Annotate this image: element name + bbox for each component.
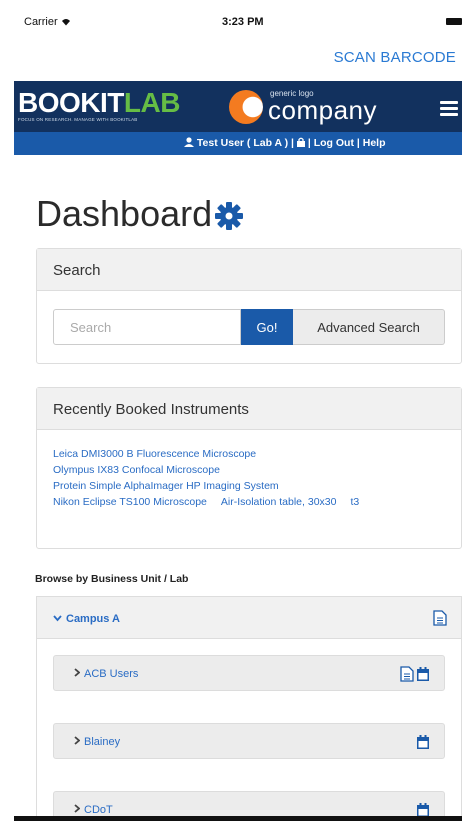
chevron-right-icon — [74, 736, 80, 745]
instrument-link[interactable]: Olympus IX83 Confocal Microscope — [53, 464, 220, 476]
search-panel: Search Go! Advanced Search — [36, 248, 462, 364]
lab-row-acb-users[interactable]: ACB Users — [53, 655, 445, 691]
calendar-icon[interactable] — [416, 734, 430, 750]
app-screen: Carrier 3:23 PM SCAN BARCODE BOOKITLAB F… — [14, 0, 462, 821]
bookitlab-logo[interactable]: BOOKITLAB — [18, 87, 180, 119]
lab-actions — [400, 666, 430, 682]
list-item: Protein Simple AlphaImager HP Imaging Sy… — [53, 478, 461, 494]
user-bar: Test User ( Lab A ) | | Log Out | Help — [14, 132, 462, 155]
list-item: Olympus IX83 Confocal Microscope — [53, 462, 461, 478]
calendar-icon[interactable] — [416, 666, 430, 682]
logo-tagline: FOCUS ON RESEARCH. MANAGE WITH BOOKITLAB — [18, 117, 138, 122]
brand-header: BOOKITLAB FOCUS ON RESEARCH. MANAGE WITH… — [14, 81, 462, 132]
list-item: Leica DMI3000 B Fluorescence Microscope — [53, 446, 461, 462]
page-title: Dashboard — [36, 193, 244, 235]
recent-instruments-heading: Recently Booked Instruments — [37, 388, 461, 430]
lab-name[interactable]: Blainey — [74, 736, 120, 748]
document-icon[interactable] — [433, 610, 447, 626]
bottom-edge — [14, 816, 462, 821]
chevron-right-icon — [74, 668, 80, 677]
campus-title[interactable]: Campus A — [53, 613, 120, 625]
recent-instruments-panel: Recently Booked Instruments Leica DMI300… — [36, 387, 462, 549]
instrument-link[interactable]: Protein Simple AlphaImager HP Imaging Sy… — [53, 480, 279, 492]
advanced-search-button[interactable]: Advanced Search — [293, 309, 445, 345]
hamburger-menu-icon[interactable] — [440, 101, 458, 116]
campus-tree: Campus A ACB Users Blainey CDoT — [36, 596, 462, 821]
search-panel-heading: Search — [37, 249, 461, 291]
instrument-link[interactable]: Leica DMI3000 B Fluorescence Microscope — [53, 448, 256, 460]
gear-icon[interactable] — [214, 201, 244, 231]
campus-actions — [433, 610, 447, 626]
lab-row-blainey[interactable]: Blainey — [53, 723, 445, 759]
user-icon — [184, 137, 194, 147]
status-bar: Carrier 3:23 PM — [14, 0, 462, 38]
battery-icon — [446, 18, 462, 25]
user-profile-link[interactable]: Test User ( Lab A ) — [197, 137, 288, 149]
status-carrier: Carrier — [24, 16, 71, 28]
campus-row[interactable]: Campus A — [37, 597, 461, 639]
document-icon[interactable] — [400, 666, 414, 682]
status-time: 3:23 PM — [222, 16, 264, 28]
lab-actions — [416, 734, 430, 750]
lab-name[interactable]: CDoT — [74, 804, 113, 816]
recent-instruments-list: Leica DMI3000 B Fluorescence Microscope … — [37, 430, 461, 510]
instrument-link[interactable]: Air-Isolation table, 30x30 — [221, 496, 337, 508]
chevron-down-icon — [53, 615, 62, 622]
lab-name[interactable]: ACB Users — [74, 668, 138, 680]
wifi-icon — [61, 19, 70, 26]
list-item: Nikon Eclipse TS100 Microscope Air-Isolat… — [53, 494, 461, 510]
lock-icon[interactable] — [296, 137, 305, 147]
browse-heading: Browse by Business Unit / Lab — [35, 573, 189, 585]
instrument-link[interactable]: Nikon Eclipse TS100 Microscope — [53, 496, 207, 508]
company-logo-icon — [229, 90, 263, 124]
go-button[interactable]: Go! — [241, 309, 293, 345]
logout-link[interactable]: Log Out — [314, 137, 354, 149]
chevron-right-icon — [74, 804, 80, 813]
scan-barcode-link[interactable]: SCAN BARCODE — [334, 49, 456, 66]
search-input[interactable] — [53, 309, 241, 345]
instrument-link[interactable]: t3 — [350, 496, 359, 508]
company-logo-text: company — [268, 95, 377, 125]
help-link[interactable]: Help — [363, 137, 386, 149]
user-nav: Test User ( Lab A ) | | Log Out | Help — [184, 137, 386, 149]
